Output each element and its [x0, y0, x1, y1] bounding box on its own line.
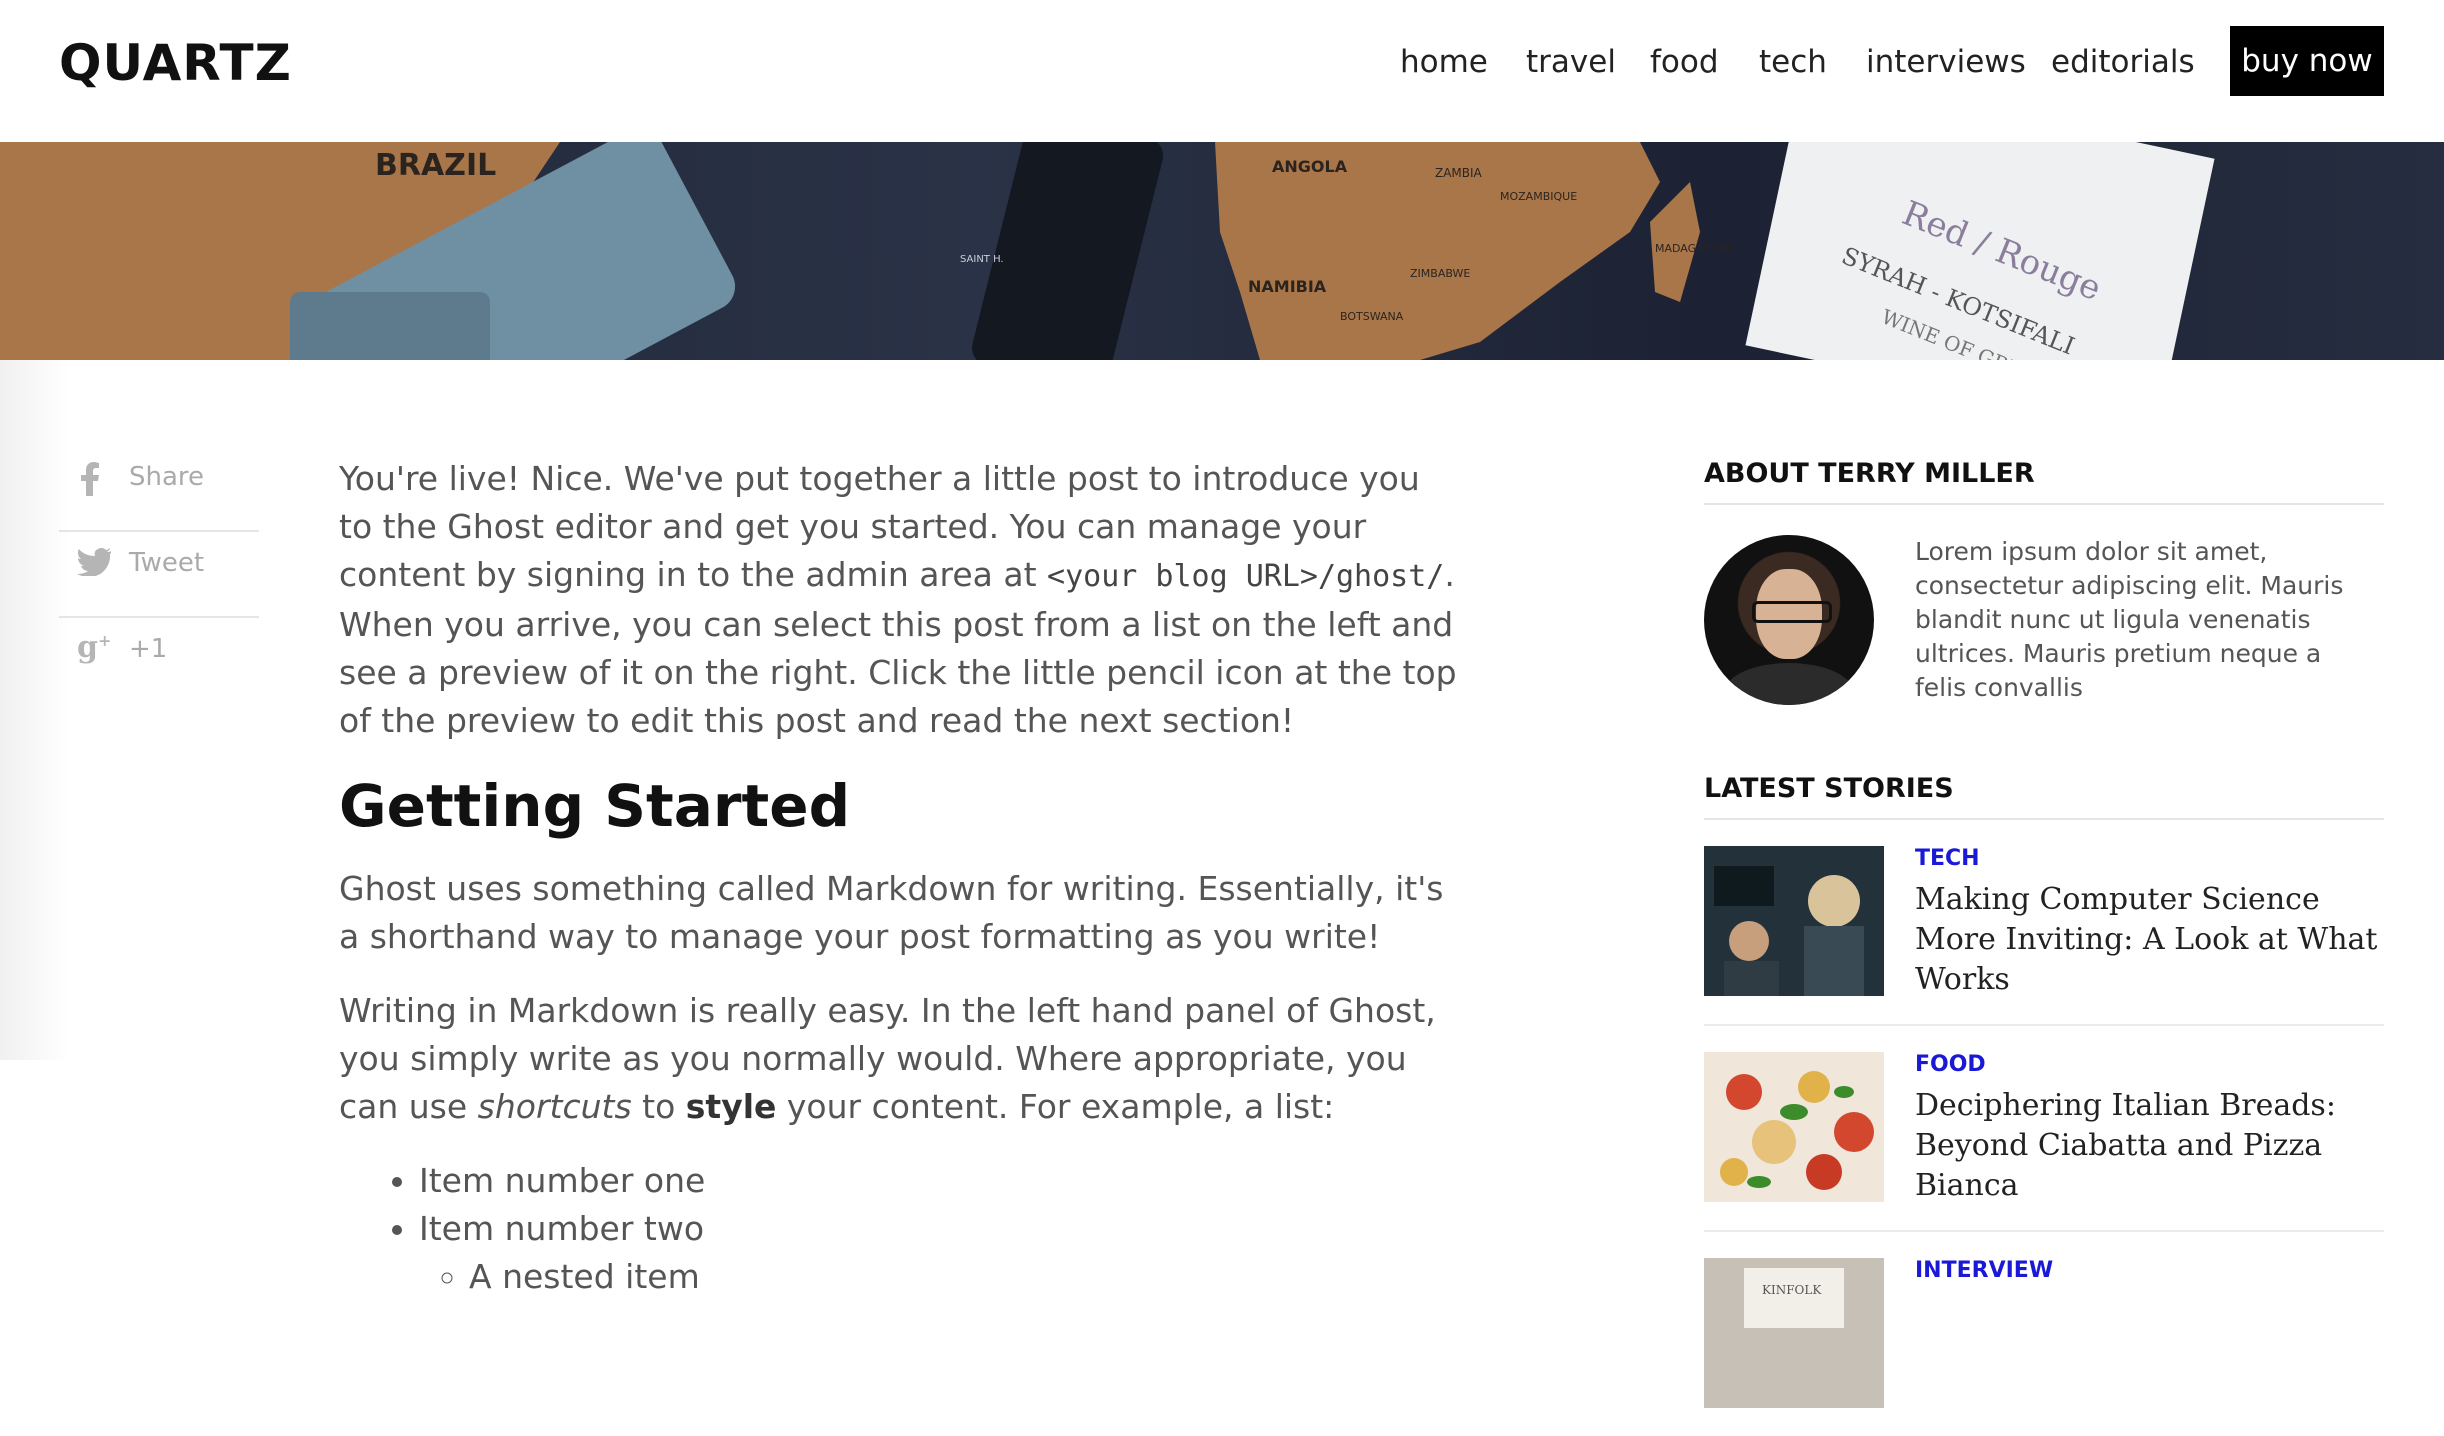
story-thumbnail[interactable]: KINFOLK	[1704, 1258, 1884, 1408]
story-thumbnail[interactable]	[1704, 1052, 1884, 1202]
intro-paragraph: You're live! Nice. We've put together a …	[339, 459, 1457, 740]
hero-image: Red / Rouge SYRAH - KOTSIFALI WINE OF GR…	[0, 142, 2444, 360]
facebook-icon	[77, 462, 109, 496]
story-item[interactable]: FOOD Deciphering Italian Breads: Beyond …	[1704, 1026, 2384, 1232]
story-item[interactable]: KINFOLK INTERVIEW	[1704, 1232, 2384, 1436]
share-google-plus-label: +1	[129, 634, 168, 664]
share-sidebar: Share Tweet g+ +1	[59, 446, 259, 702]
nav-home[interactable]: home	[1400, 44, 1488, 80]
nav-editorials[interactable]: editorials	[2051, 44, 2195, 80]
share-facebook-label: Share	[129, 462, 205, 492]
map-label-mozambique: MOZAMBIQUE	[1500, 190, 1577, 203]
story-thumbnail[interactable]	[1704, 846, 1884, 996]
nav-interviews[interactable]: interviews	[1866, 44, 2026, 80]
share-facebook[interactable]: Share	[59, 446, 259, 532]
story-category[interactable]: FOOD	[1915, 1052, 1986, 1077]
site-logo[interactable]: QUARTZ	[59, 34, 292, 92]
writing-paragraph: Writing in Markdown is really easy. In t…	[339, 991, 1436, 1126]
article-body: You're live! Nice. We've put together a …	[339, 455, 1459, 1301]
phone-shape	[972, 142, 1164, 360]
author-avatar	[1704, 535, 1874, 705]
share-google-plus[interactable]: g+ +1	[59, 618, 259, 702]
story-title[interactable]: Deciphering Italian Breads: Beyond Ciaba…	[1915, 1086, 2385, 1206]
buy-now-button[interactable]: buy now	[2230, 26, 2384, 96]
camera-lens-block	[290, 292, 490, 360]
map-label-madagascar: MADAGASCAR	[1655, 242, 1734, 255]
map-label-angola: ANGOLA	[1272, 157, 1348, 176]
map-label-saint-helena: SAINT H.	[960, 254, 1004, 265]
list-item: Item number two	[419, 1205, 1459, 1253]
story-category[interactable]: TECH	[1915, 846, 1980, 871]
map-label-zimbabwe: ZIMBABWE	[1410, 267, 1470, 280]
magazine-thumb-text: KINFOLK	[1762, 1283, 1822, 1297]
google-plus-icon: g+	[77, 630, 112, 665]
map-label-namibia: NAMIBIA	[1248, 277, 1327, 296]
admin-url-code: <your blog URL>/ghost/	[1047, 559, 1445, 594]
story-category[interactable]: INTERVIEW	[1915, 1258, 2053, 1283]
map-label-botswana: BOTSWANA	[1340, 310, 1404, 323]
latest-stories-heading: LATEST STORIES	[1704, 773, 2384, 820]
nav-travel[interactable]: travel	[1526, 44, 1616, 80]
share-twitter-label: Tweet	[129, 548, 205, 578]
author-bio: Lorem ipsum dolor sit amet, consectetur …	[1704, 535, 2384, 755]
nav-food[interactable]: food	[1650, 44, 1719, 80]
share-twitter[interactable]: Tweet	[59, 532, 259, 618]
author-bio-text: Lorem ipsum dolor sit amet, consectetur …	[1915, 537, 2344, 702]
nested-list-item: A nested item	[469, 1253, 1459, 1301]
map-label-brazil: BRAZIL	[375, 148, 496, 183]
section-heading: Getting Started	[339, 772, 851, 840]
about-heading: ABOUT TERRY MILLER	[1704, 458, 2384, 505]
twitter-icon	[77, 547, 113, 580]
markdown-paragraph: Ghost uses something called Markdown for…	[339, 869, 1444, 956]
story-item[interactable]: TECH Making Computer Science More Inviti…	[1704, 820, 2384, 1026]
list-item: Item number one	[419, 1157, 1459, 1205]
nav-tech[interactable]: tech	[1759, 44, 1827, 80]
example-list: Item number one Item number two A nested…	[339, 1157, 1459, 1301]
map-label-zambia: ZAMBIA	[1435, 166, 1483, 180]
story-title[interactable]: Making Computer Science More Inviting: A…	[1915, 880, 2385, 1000]
site-header: QUARTZ home travel food tech interviews …	[0, 0, 2444, 142]
hero-illustration: Red / Rouge SYRAH - KOTSIFALI WINE OF GR…	[0, 142, 2215, 360]
right-sidebar: ABOUT TERRY MILLER Lorem ipsum dolor sit…	[1704, 458, 2384, 1436]
